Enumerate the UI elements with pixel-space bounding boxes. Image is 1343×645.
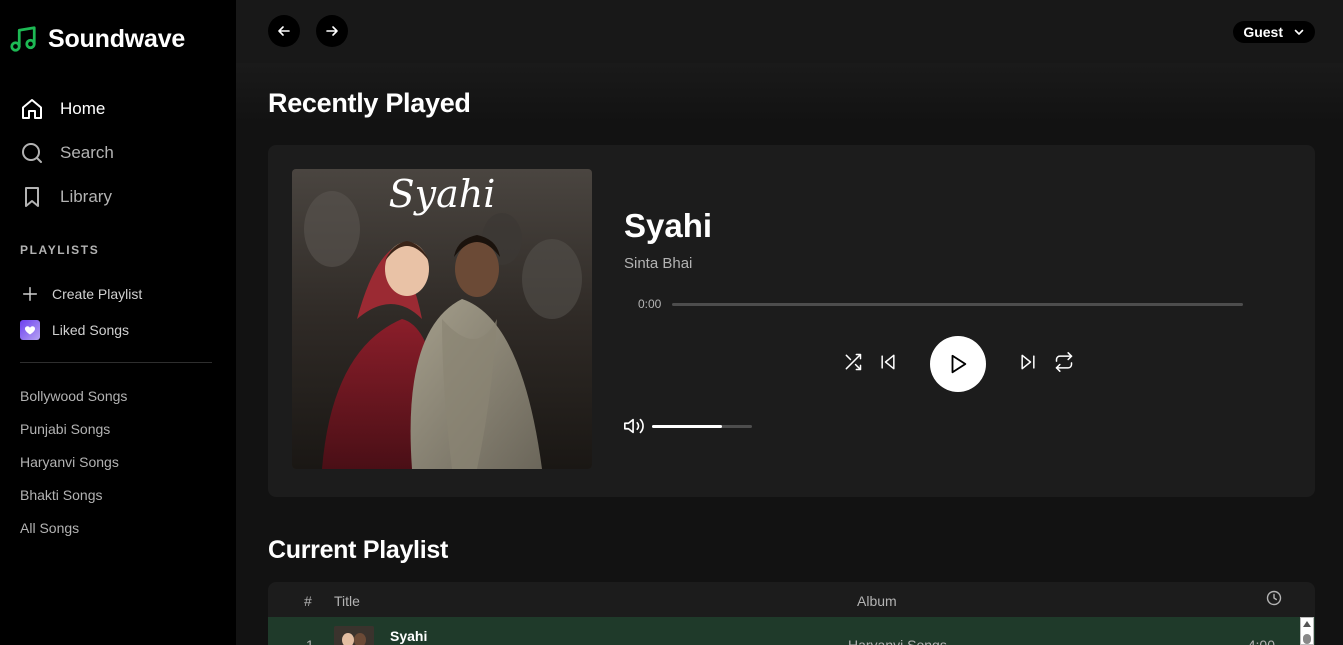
repeat-icon bbox=[1055, 352, 1073, 372]
topbar: Guest bbox=[236, 0, 1343, 63]
table-row[interactable]: 1 Syahi Haryanvi Songs 4:00 bbox=[268, 617, 1315, 645]
create-playlist-label: Create Playlist bbox=[52, 286, 143, 302]
scrollbar-thumb[interactable] bbox=[1303, 634, 1311, 644]
sidebar-item-home[interactable]: Home bbox=[20, 97, 105, 121]
cover-title-text: Syahi bbox=[389, 172, 496, 216]
sidebar-playlist-link[interactable]: Bollywood Songs bbox=[20, 388, 127, 404]
sidebar-playlist-link[interactable]: Bhakti Songs bbox=[20, 487, 103, 503]
volume-icon[interactable] bbox=[623, 415, 645, 437]
song-title: Syahi bbox=[624, 207, 713, 244]
liked-songs-button[interactable]: Liked Songs bbox=[20, 320, 129, 340]
app-name: Soundwave bbox=[48, 24, 186, 53]
bookmark-icon bbox=[25, 187, 39, 207]
sidebar-playlist-link[interactable]: Haryanvi Songs bbox=[20, 454, 119, 470]
shuffle-icon bbox=[845, 353, 862, 371]
row-thumbnail bbox=[334, 626, 374, 645]
sidebar-item-search[interactable]: Search bbox=[20, 141, 114, 165]
main-content: Recently Played Syahi Syahi Sinta Bhai 0… bbox=[236, 63, 1343, 645]
recently-played-heading: Recently Played bbox=[268, 88, 471, 118]
arrow-right-icon bbox=[326, 26, 338, 36]
playlists-heading: PLAYLISTS bbox=[20, 243, 100, 257]
music-note-icon bbox=[10, 26, 36, 52]
back-button[interactable] bbox=[268, 15, 300, 47]
search-icon bbox=[22, 143, 42, 163]
row-album: Haryanvi Songs bbox=[848, 637, 947, 645]
user-menu-button[interactable]: Guest bbox=[1233, 21, 1315, 43]
plus-icon bbox=[20, 284, 40, 304]
arrow-left-icon bbox=[278, 26, 290, 36]
skip-forward-icon bbox=[1021, 354, 1035, 370]
skip-back-icon bbox=[881, 354, 895, 370]
row-number: 1 bbox=[306, 637, 314, 645]
scroll-up-arrow[interactable] bbox=[1303, 621, 1311, 627]
song-artist[interactable]: Sinta Bhai bbox=[624, 255, 692, 272]
row-duration: 4:00 bbox=[1247, 637, 1275, 645]
user-label: Guest bbox=[1243, 24, 1283, 40]
sidebar-divider bbox=[20, 362, 212, 363]
play-icon bbox=[951, 354, 967, 374]
current-playlist-heading: Current Playlist bbox=[268, 536, 448, 564]
sidebar-item-label: Search bbox=[60, 143, 114, 162]
next-button[interactable] bbox=[1016, 350, 1040, 374]
sidebar-item-label: Library bbox=[60, 187, 112, 206]
logo[interactable]: Soundwave bbox=[8, 24, 185, 54]
column-header-number: # bbox=[304, 593, 312, 609]
heart-icon bbox=[20, 320, 40, 340]
row-title: Syahi bbox=[390, 628, 428, 644]
clock-icon bbox=[1266, 590, 1282, 606]
volume-fill bbox=[652, 425, 722, 428]
play-button[interactable] bbox=[930, 336, 986, 392]
album-cover: Syahi bbox=[292, 169, 592, 469]
shuffle-button[interactable] bbox=[841, 350, 865, 374]
volume-slider[interactable] bbox=[652, 425, 752, 428]
chevron-down-icon bbox=[1294, 29, 1304, 35]
sidebar-playlist-link[interactable]: Punjabi Songs bbox=[20, 421, 110, 437]
progress-bar[interactable] bbox=[672, 303, 1243, 306]
repeat-button[interactable] bbox=[1052, 350, 1076, 374]
sidebar-item-library[interactable]: Library bbox=[20, 185, 112, 209]
forward-button[interactable] bbox=[316, 15, 348, 47]
column-header-album: Album bbox=[857, 593, 897, 609]
create-playlist-button[interactable]: Create Playlist bbox=[20, 284, 142, 304]
home-icon bbox=[22, 99, 42, 119]
app-root: Soundwave Home Search Library PLAYLISTS bbox=[0, 0, 1343, 645]
scrollbar[interactable] bbox=[1300, 617, 1314, 645]
current-time: 0:00 bbox=[638, 297, 662, 311]
column-header-title: Title bbox=[334, 593, 360, 609]
now-playing-card: Syahi Syahi Sinta Bhai 0:00 bbox=[268, 145, 1315, 497]
sidebar-playlist-link[interactable]: All Songs bbox=[20, 520, 79, 536]
sidebar-item-label: Home bbox=[60, 99, 106, 118]
liked-songs-label: Liked Songs bbox=[52, 322, 130, 338]
sidebar: Soundwave Home Search Library PLAYLISTS bbox=[0, 0, 236, 645]
previous-button[interactable] bbox=[876, 350, 900, 374]
playlist-table: # Title Album 1 Syahi Haryanvi Songs 4:0… bbox=[268, 582, 1315, 645]
album-art-image: Syahi bbox=[292, 169, 592, 469]
